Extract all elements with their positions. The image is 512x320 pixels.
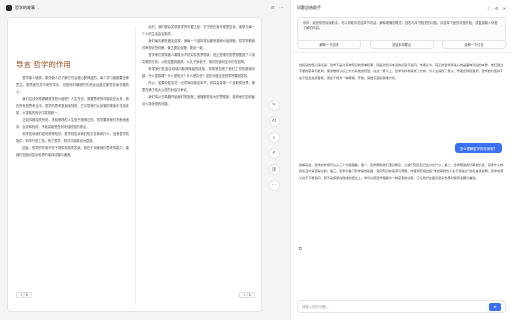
copy-icon[interactable]: ⧉ bbox=[299, 246, 302, 251]
assistant-panel: 问题总结助手 ☾ ⚙ ✕ 你好，我是你的阅读助手，可以帮助你总结章节内容、解释难… bbox=[290, 0, 512, 320]
note-icon[interactable]: ✐ bbox=[268, 148, 280, 159]
assistant-message: 这段话的核心观点是：哲学不是对具体知识的简单积累，而是对知识本身的反思与追问。作… bbox=[299, 63, 504, 80]
paragraph[interactable]: 哲学家们常常被人嘲笑为不切实际的梦想家，但正是他们的思想塑造了人类文明的方向。从… bbox=[142, 52, 255, 66]
chevron-icon[interactable]: › bbox=[38, 6, 40, 11]
paragraph[interactable]: 科学家们在各自领域内取得辉煌的成就，却常常忽视了他们工作的基础问题：什么是真理？… bbox=[142, 66, 255, 80]
input-placeholder: 请输入你的问题... bbox=[302, 305, 329, 309]
paragraph[interactable]: 此时，我们便会发现哲学的可爱之处：它不是在象牙塔里空谈，而是与每一个人的生活息息… bbox=[142, 24, 255, 38]
book-reader: 导言 哲学的作用 哲学使人愉快，那些使人在了解它们后便心醉神迷的。每个学习者都要… bbox=[7, 17, 262, 312]
page-divider bbox=[135, 26, 136, 305]
highlight-icon[interactable]: ✎ bbox=[268, 100, 280, 111]
prompt-button[interactable]: 解释一下这段 bbox=[297, 40, 361, 49]
app-logo-icon bbox=[6, 5, 12, 11]
more-icon[interactable]: ⋯ bbox=[279, 5, 284, 11]
prompt-button[interactable]: 延伸一下讨论 bbox=[442, 40, 506, 49]
paragraph[interactable]: 我们每天都在做出选择，而每一个选择背后都有某种价值判断。哲学帮助我们审视这些判断… bbox=[142, 38, 255, 52]
right-page: 此时，我们便会发现哲学的可爱之处：它不是在象牙塔里空谈，而是与每一个人的生活息息… bbox=[142, 24, 255, 306]
paragraph[interactable]: 我们应该怎样理解哲学的价值呢？人生在世，需要思考的问题实在太多，而在所有的思考当… bbox=[16, 96, 129, 117]
reader-toolbar: ✎ AI ⌕ ✐ 译 ⋯ bbox=[267, 100, 281, 191]
ai-icon[interactable]: AI bbox=[268, 116, 280, 127]
assistant-intro: 你好，我是你的阅读助手，可以帮助你总结章节内容、解释难懂的概念、回答与本书相关的… bbox=[297, 17, 506, 41]
theme-icon[interactable]: ☾ bbox=[487, 6, 491, 11]
chat-input[interactable]: 请输入你的问题... ➤ bbox=[297, 300, 506, 313]
divider bbox=[291, 52, 512, 53]
paragraph[interactable]: 所以，如果你愿意花一点时间阅读这本书，你将会发现一个全新的世界，那里充满了伟大心… bbox=[142, 80, 255, 94]
chapter-title: 导言 哲学的作用 bbox=[16, 60, 71, 69]
paragraph[interactable]: 因此，哲学的作用不在于提供现成的答案，而在于训练我们思考的能力，使我们在面对复杂… bbox=[16, 145, 129, 159]
user-message: 怎么理解哲学的作用呢？ bbox=[454, 143, 502, 153]
left-page: 导言 哲学的作用 哲学使人愉快，那些使人在了解它们后便心醉神迷的。每个学习者都要… bbox=[16, 24, 129, 306]
send-button[interactable]: ➤ bbox=[489, 302, 501, 311]
paragraph[interactable]: 科学告诉我们如何获得知识，哲学则告诉我们知识意味着什么。没有哲学的指引，科学只是… bbox=[16, 131, 129, 145]
prompt-button[interactable]: 总结本章要点 bbox=[369, 40, 434, 49]
translate-icon[interactable]: 译 bbox=[268, 164, 280, 175]
paragraph[interactable]: 我们将从古希腊开始我们的旅程，追随那些伟大的思想家，看看他们如何面对人类永恒的问… bbox=[142, 94, 255, 108]
page-number-left: 1 / 8 bbox=[16, 292, 32, 298]
suggested-prompts: 解释一下这段 总结本章要点 延伸一下讨论 bbox=[297, 40, 506, 49]
paragraph[interactable]: 正如苏格拉底所说，未经审视的人生是不值得过的。哲学要求我们不断地追问、反省和批判… bbox=[16, 117, 129, 131]
paragraph[interactable]: 哲学使人愉快，那些使人在了解它们后便心醉神迷的。每个学习者都要全神贯注，虽然他们… bbox=[16, 75, 129, 96]
more-icon[interactable]: ⋯ bbox=[268, 180, 280, 191]
menu-icon[interactable]: ≡ bbox=[271, 5, 275, 11]
assistant-message: 简单来说，哲学的作用可以从三个方面理解。第一，哲学帮助我们澄清概念，让我们知道自… bbox=[299, 163, 504, 180]
top-bar: 哲学的故事 › ≡ ⋯ bbox=[0, 0, 290, 16]
book-title[interactable]: 哲学的故事 bbox=[15, 5, 35, 11]
close-icon[interactable]: ✕ bbox=[503, 6, 506, 11]
settings-icon[interactable]: ⚙ bbox=[495, 6, 499, 11]
search-icon[interactable]: ⌕ bbox=[268, 132, 280, 143]
panel-header: 问题总结助手 ☾ ⚙ ✕ bbox=[297, 2, 506, 14]
panel-title: 问题总结助手 bbox=[297, 5, 321, 10]
page-number-right: 1 / 8 bbox=[239, 292, 255, 298]
